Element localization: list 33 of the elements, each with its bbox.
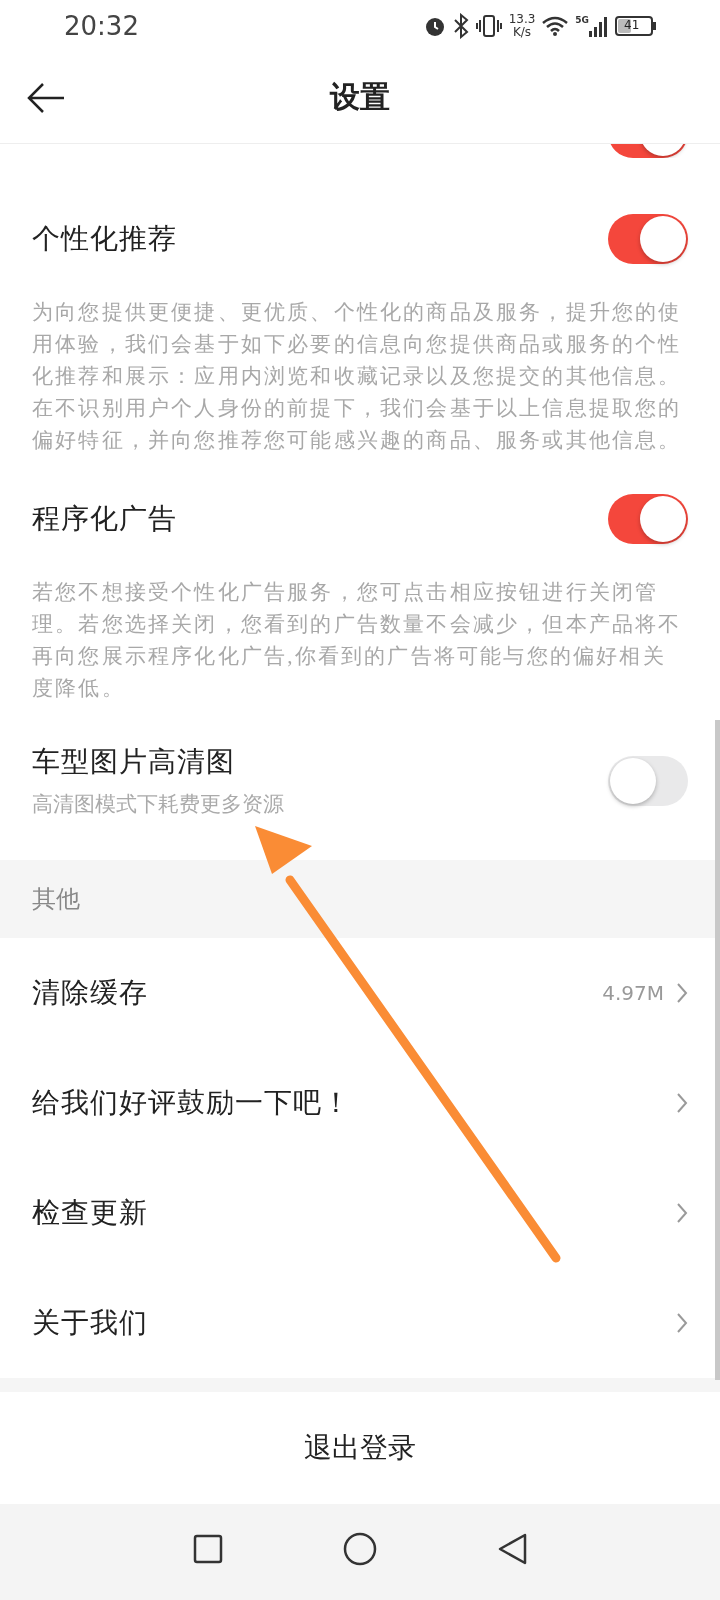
network-speed: 13.3 bbox=[508, 13, 536, 26]
setting-description: 若您不想接受个性化广告服务，您可点击相应按钮进行关闭管理。若您选择关闭，您看到的广告数量不会减少，但本产品将不再向您展示程序化化广告,你看到的广告将可能与您的偏好相关度降低。 bbox=[32, 579, 683, 702]
setting-subtitle: 高清图模式下耗费更多资源 bbox=[32, 791, 284, 818]
vibrate-icon bbox=[474, 14, 503, 38]
back-icon[interactable] bbox=[497, 1533, 527, 1565]
setting-title: 程序化广告 bbox=[32, 502, 177, 536]
item-label[interactable]: 给我们好评鼓励一下吧！ bbox=[32, 1082, 351, 1124]
status-time: 20:32 bbox=[64, 9, 139, 43]
chevron-right-icon bbox=[676, 1092, 688, 1114]
toggle-switch[interactable] bbox=[608, 494, 688, 544]
wifi-icon bbox=[541, 15, 570, 37]
chevron-right-icon bbox=[676, 982, 688, 1004]
item-label[interactable]: 关于我们 bbox=[32, 1302, 148, 1344]
chevron-right-icon bbox=[676, 1312, 688, 1334]
toggle-switch[interactable] bbox=[608, 214, 688, 264]
setting-title: 车型图片高清图 bbox=[32, 745, 236, 779]
item-value: 4.97M bbox=[602, 980, 664, 1007]
page-title: 设置 bbox=[330, 79, 390, 115]
network-speed-unit: K/s bbox=[512, 26, 532, 39]
home-icon[interactable] bbox=[343, 1532, 377, 1566]
back-arrow-icon bbox=[27, 82, 65, 114]
network-type: 5G bbox=[575, 15, 589, 25]
battery-level: 41 bbox=[624, 17, 640, 34]
chevron-right-icon bbox=[676, 1202, 688, 1224]
setting-description: 为向您提供更便捷、更优质、个性化的商品及服务，提升您的使用体验，我们会基于如下必要的信息向您提供商品或服务的个性化推荐和展示：应用内浏览和收藏记录以及您提交的其他信息。在不识别用户个人身份的前提下，我们会基于以上信息提取您的偏好特征，并向您推荐您可能感兴趣的商品、服务或其他信息。 bbox=[32, 299, 683, 454]
toggle-switch[interactable] bbox=[608, 756, 688, 806]
recent-apps-icon[interactable] bbox=[193, 1534, 223, 1564]
section-title: 其他 bbox=[32, 885, 80, 914]
bluetooth-icon bbox=[452, 13, 469, 39]
signal-icon bbox=[589, 15, 609, 37]
setting-title: 个性化推荐 bbox=[32, 222, 177, 256]
item-label[interactable]: 清除缓存 bbox=[32, 972, 148, 1014]
item-label[interactable]: 检查更新 bbox=[32, 1192, 148, 1234]
